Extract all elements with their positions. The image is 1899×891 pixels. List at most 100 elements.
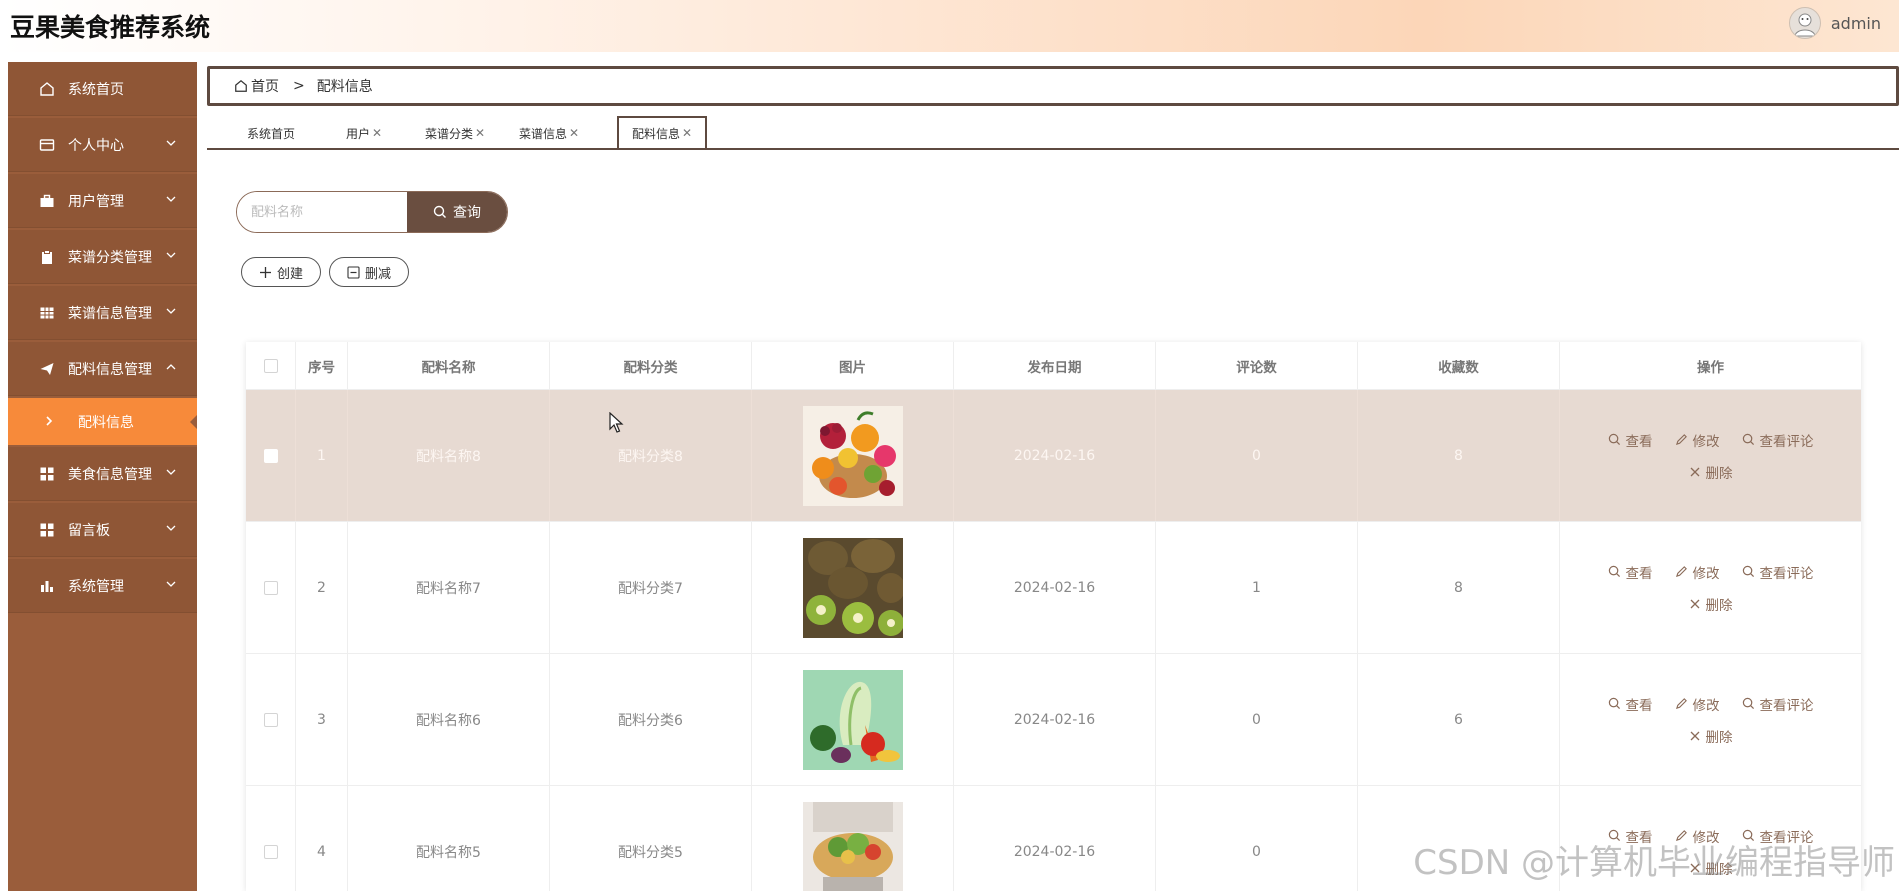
tab-recipe-info[interactable]: 菜谱信息 ✕ xyxy=(505,118,593,148)
user-menu[interactable]: admin xyxy=(1788,7,1881,39)
table-row[interactable]: 3 配料名称6 配料分类6 2024-02-16 0 6 查看 修改 查看评论 … xyxy=(246,654,1861,786)
sidebar-item-ingredient-management[interactable]: 配料信息管理 xyxy=(8,342,197,396)
row-checkbox[interactable] xyxy=(263,844,278,859)
salad-bowl-image[interactable] xyxy=(802,801,903,891)
edit-button[interactable]: 修改 xyxy=(1675,694,1720,714)
cell-index: 1 xyxy=(296,390,348,521)
chevron-down-icon xyxy=(166,525,176,531)
select-all-checkbox[interactable] xyxy=(263,358,278,373)
sidebar-item-message-board[interactable]: 留言板 xyxy=(8,503,197,557)
search-input[interactable] xyxy=(237,192,407,232)
search-icon xyxy=(1742,433,1754,446)
cell-image xyxy=(752,654,954,785)
active-indicator xyxy=(190,415,197,429)
tab-label: 系统首页 xyxy=(246,126,295,141)
cell-comments: 0 xyxy=(1156,654,1358,785)
delete-label: 删除 xyxy=(1705,729,1733,746)
view-comments-button[interactable]: 查看评论 xyxy=(1742,562,1814,582)
delete-row-button[interactable]: 删除 xyxy=(1689,462,1733,482)
delete-row-button[interactable]: 删除 xyxy=(1689,726,1733,746)
tab-recipe-category[interactable]: 菜谱分类 ✕ xyxy=(411,118,499,148)
grid-icon xyxy=(38,304,56,322)
kiwi-image[interactable] xyxy=(802,537,903,638)
avatar[interactable] xyxy=(1788,7,1821,39)
cell-date: 2024-02-16 xyxy=(954,390,1156,521)
view-comments-button[interactable]: 查看评论 xyxy=(1742,694,1814,714)
cell-date: 2024-02-16 xyxy=(954,522,1156,653)
minus-square-icon xyxy=(347,265,360,279)
username[interactable]: admin xyxy=(1831,14,1881,33)
view-comments-button[interactable]: 查看评论 xyxy=(1742,430,1814,450)
sidebar-item-home[interactable]: 系统首页 xyxy=(8,62,197,116)
home-icon xyxy=(38,80,56,98)
sidebar-item-user-management[interactable]: 用户管理 xyxy=(8,174,197,228)
cell-actions: 查看 修改 查看评论 删除 xyxy=(1560,390,1861,521)
cell-image xyxy=(752,390,954,521)
column-header: 配料分类 xyxy=(550,342,752,389)
cell-image xyxy=(752,522,954,653)
search-icon xyxy=(1742,565,1754,578)
vegetables-image[interactable] xyxy=(802,669,903,770)
sidebar-item-system-management[interactable]: 系统管理 xyxy=(8,559,197,613)
search-icon xyxy=(1742,697,1754,710)
delete-label: 删除 xyxy=(1705,597,1733,614)
close-icon[interactable]: ✕ xyxy=(682,126,692,140)
chevron-up-icon xyxy=(166,364,176,370)
table-row[interactable]: 1 配料名称8 配料分类8 2024-02-16 0 8 查看 修改 查看评论 … xyxy=(246,390,1861,522)
edit-label: 修改 xyxy=(1692,697,1720,714)
tab-ingredient-info[interactable]: 配料信息 ✕ xyxy=(617,116,707,148)
tab-label: 用户 xyxy=(345,126,370,141)
edit-label: 修改 xyxy=(1692,433,1720,450)
delete-button[interactable]: 删减 xyxy=(329,257,409,287)
delete-button-label: 删减 xyxy=(364,266,391,282)
row-checkbox-cell xyxy=(246,390,296,521)
breadcrumb-home[interactable]: 首页 xyxy=(234,76,279,96)
sidebar: 系统首页 个人中心 用户管理 菜谱分类管理 菜谱信息管理 配料信息管理 配料信息… xyxy=(8,62,197,891)
view-button[interactable]: 查看 xyxy=(1608,694,1653,714)
close-icon[interactable]: ✕ xyxy=(372,126,382,140)
tab-user[interactable]: 用户 ✕ xyxy=(331,118,397,148)
delete-row-button[interactable]: 删除 xyxy=(1689,594,1733,614)
cell-comments: 0 xyxy=(1156,390,1358,521)
view-button[interactable]: 查看 xyxy=(1608,430,1653,450)
view-button[interactable]: 查看 xyxy=(1608,562,1653,582)
sidebar-item-food-info[interactable]: 美食信息管理 xyxy=(8,447,197,501)
column-header: 图片 xyxy=(752,342,954,389)
edit-button[interactable]: 修改 xyxy=(1675,430,1720,450)
sidebar-item-label: 菜谱分类管理 xyxy=(68,250,152,266)
pencil-icon xyxy=(1675,566,1687,578)
sidebar-item-recipe-info[interactable]: 菜谱信息管理 xyxy=(8,286,197,340)
breadcrumb-home-label: 首页 xyxy=(251,79,279,95)
search-button[interactable]: 查询 xyxy=(407,192,507,232)
cell-name: 配料名称8 xyxy=(348,390,550,521)
chevron-down-icon xyxy=(166,196,176,202)
row-checkbox[interactable] xyxy=(263,712,278,727)
table-row[interactable]: 2 配料名称7 配料分类7 2024-02-16 1 8 查看 修改 查看评论 … xyxy=(246,522,1861,654)
caret-right-icon xyxy=(46,416,53,426)
sidebar-item-label: 个人中心 xyxy=(68,138,124,154)
pencil-icon xyxy=(1675,698,1687,710)
row-checkbox[interactable] xyxy=(263,580,278,595)
delete-label: 删除 xyxy=(1705,465,1733,482)
watermark-text: CSDN @计算机毕业编程指导师 xyxy=(1413,843,1895,883)
close-icon[interactable]: ✕ xyxy=(475,126,485,140)
create-button[interactable]: 创建 xyxy=(241,257,321,287)
row-checkbox[interactable] xyxy=(263,448,278,463)
tab-bar: 系统首页 用户 ✕ 菜谱分类 ✕ 菜谱信息 ✕ 配料信息 ✕ xyxy=(207,116,1899,150)
apps-icon xyxy=(38,465,56,483)
edit-button[interactable]: 修改 xyxy=(1675,562,1720,582)
close-icon[interactable]: ✕ xyxy=(569,126,579,140)
view-label: 查看 xyxy=(1625,433,1653,450)
column-header: 配料名称 xyxy=(348,342,550,389)
sidebar-subitem-ingredient-info[interactable]: 配料信息 xyxy=(8,398,197,445)
bar-chart-icon xyxy=(38,577,56,595)
edit-label: 修改 xyxy=(1692,565,1720,582)
mouse-cursor-icon xyxy=(609,412,624,433)
sidebar-item-label: 系统首页 xyxy=(68,82,124,98)
sidebar-item-personal-center[interactable]: 个人中心 xyxy=(8,118,197,172)
tab-home[interactable]: 系统首页 xyxy=(231,118,311,148)
sidebar-item-recipe-category[interactable]: 菜谱分类管理 xyxy=(8,230,197,284)
apps-icon xyxy=(38,521,56,539)
fruit-basket-image[interactable] xyxy=(802,405,903,506)
cell-name: 配料名称5 xyxy=(348,786,550,891)
